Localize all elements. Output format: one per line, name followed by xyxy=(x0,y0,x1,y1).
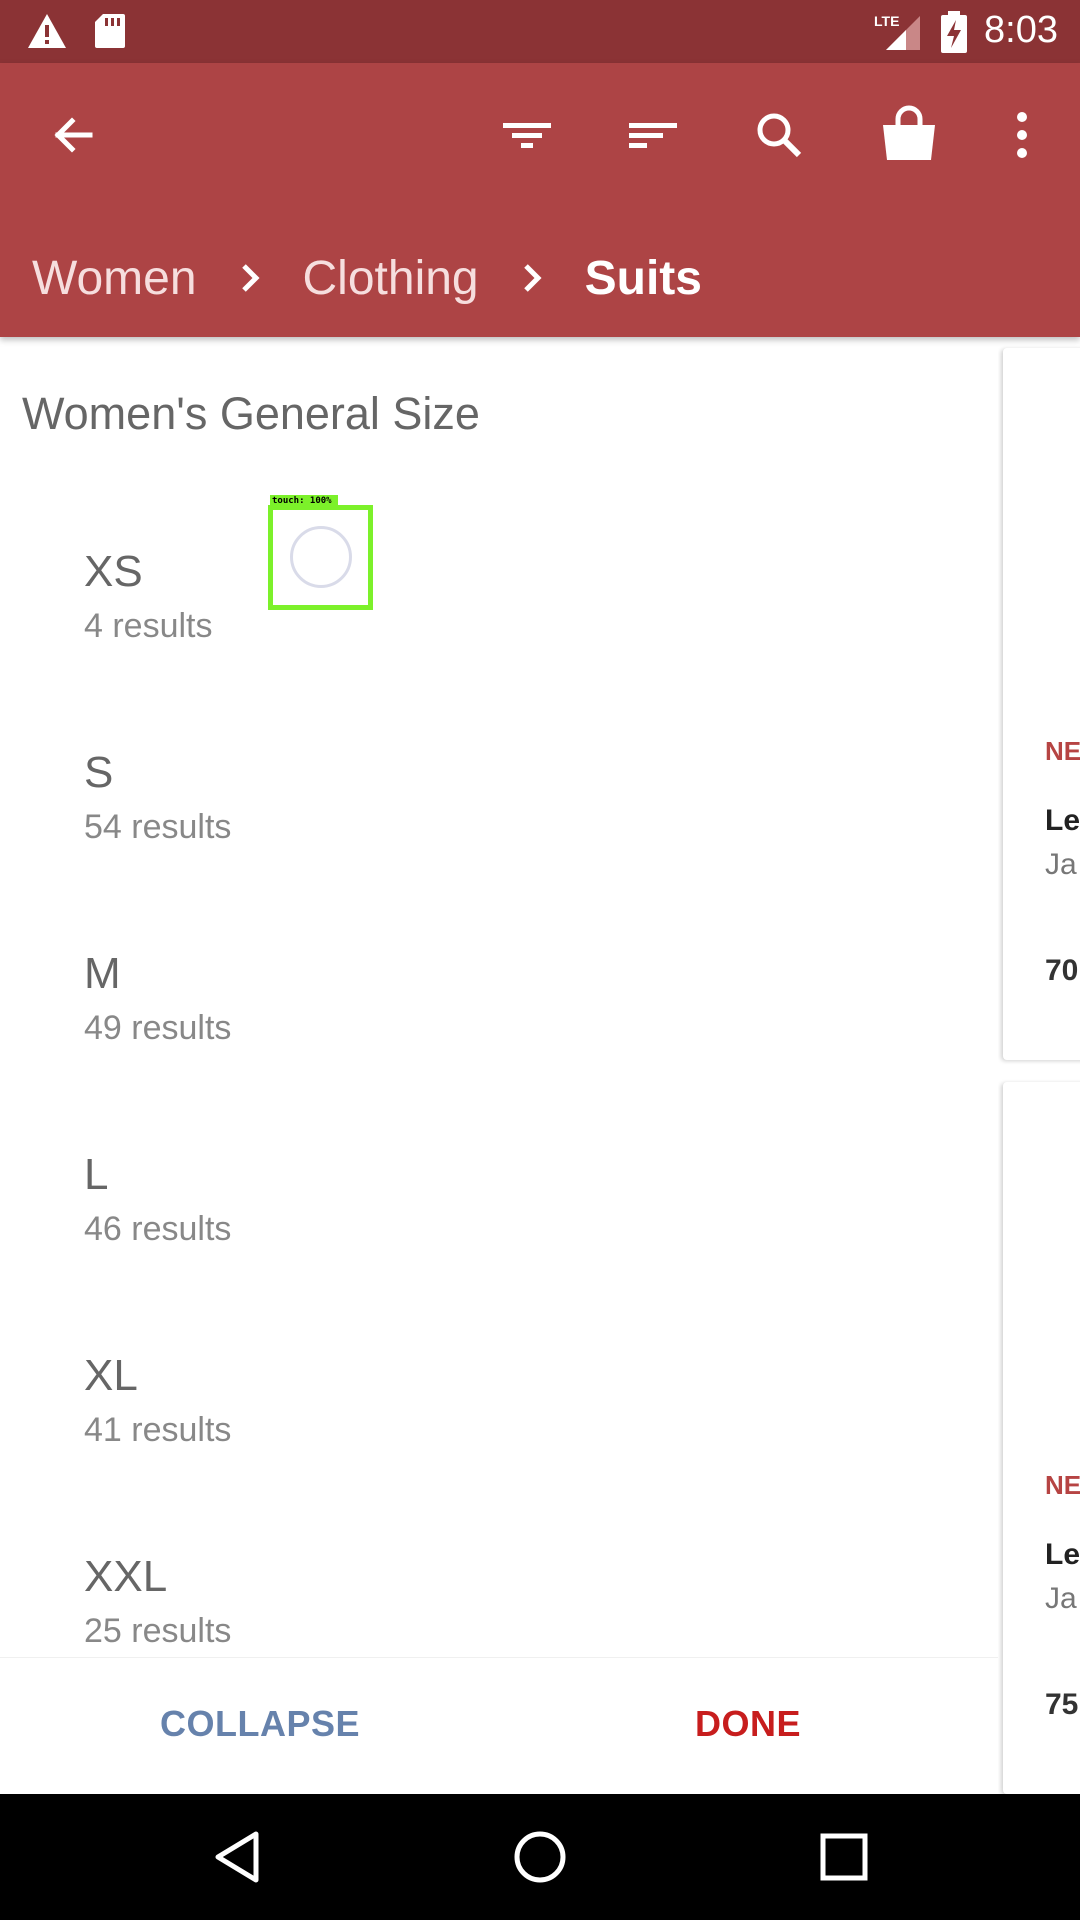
more-vert-icon[interactable] xyxy=(986,99,1058,171)
panel-title: Women's General Size xyxy=(22,388,480,439)
recents-square-icon[interactable] xyxy=(811,1824,877,1890)
size-count: 54 results xyxy=(84,808,232,846)
size-count: 4 results xyxy=(84,607,213,645)
content-area: NE Le Ja 70 NE Le Ja 75 Women's General … xyxy=(0,337,1080,1794)
warning-icon xyxy=(26,12,68,55)
size-label: XL xyxy=(84,1351,138,1400)
size-count: 25 results xyxy=(84,1612,232,1650)
search-icon[interactable] xyxy=(743,99,815,171)
size-option-l[interactable]: L 46 results xyxy=(84,1150,884,1290)
size-label: XXL xyxy=(84,1552,168,1601)
back-arrow-icon[interactable] xyxy=(38,99,110,171)
touch-indicator-box xyxy=(268,505,373,610)
back-triangle-icon[interactable] xyxy=(206,1824,272,1890)
chevron-right-icon xyxy=(239,258,263,298)
product-brand: Ja xyxy=(1045,1582,1077,1615)
size-count: 49 results xyxy=(84,1009,232,1047)
product-brand: Ja xyxy=(1045,848,1077,881)
svg-text:LTE: LTE xyxy=(874,13,899,29)
filter-icon[interactable] xyxy=(491,99,563,171)
size-label: M xyxy=(84,949,121,998)
sort-icon[interactable] xyxy=(617,99,689,171)
breadcrumb-clothing[interactable]: Clothing xyxy=(303,251,479,306)
size-label: L xyxy=(84,1150,109,1199)
done-button[interactable]: DONE xyxy=(695,1703,801,1745)
size-label: XS xyxy=(84,547,143,596)
system-nav-bar xyxy=(0,1794,1080,1920)
product-name: Le xyxy=(1045,804,1080,837)
product-card[interactable]: NE Le Ja 75 xyxy=(1003,1082,1080,1794)
shopping-bag-icon[interactable] xyxy=(873,99,945,171)
home-circle-icon[interactable] xyxy=(507,1824,573,1890)
lte-signal-icon: LTE xyxy=(872,10,924,57)
product-badge: NE xyxy=(1045,1470,1080,1500)
status-bar: LTE 8:03 xyxy=(0,0,1080,63)
size-option-xs[interactable]: XS 4 results xyxy=(84,547,884,687)
size-option-m[interactable]: M 49 results xyxy=(84,949,884,1089)
size-option-s[interactable]: S 54 results xyxy=(84,748,884,888)
battery-charging-icon xyxy=(939,11,969,58)
collapse-button[interactable]: COLLAPSE xyxy=(160,1703,360,1745)
size-option-xl[interactable]: XL 41 results xyxy=(84,1351,884,1491)
breadcrumb: Women Clothing Suits xyxy=(32,243,702,313)
size-filter-panel: Women's General Size XS 4 results S 54 r… xyxy=(0,337,998,1794)
breadcrumb-women[interactable]: Women xyxy=(32,251,197,306)
breadcrumb-suits: Suits xyxy=(584,251,702,305)
sd-card-icon xyxy=(93,12,127,55)
status-time: 8:03 xyxy=(984,9,1058,51)
touch-indicator-label: touch: 100% xyxy=(270,495,338,508)
size-count: 46 results xyxy=(84,1210,232,1248)
size-count: 41 results xyxy=(84,1411,232,1449)
product-price: 75 xyxy=(1045,1688,1079,1721)
product-card[interactable]: NE Le Ja 70 xyxy=(1003,348,1080,1060)
product-name: Le xyxy=(1045,1538,1080,1571)
app-bar: Women Clothing Suits xyxy=(0,63,1080,337)
product-price: 70 xyxy=(1045,954,1079,987)
panel-footer: COLLAPSE DONE xyxy=(0,1657,998,1794)
product-badge: NE xyxy=(1045,736,1080,766)
chevron-right-icon xyxy=(521,258,545,298)
size-label: S xyxy=(84,748,114,797)
